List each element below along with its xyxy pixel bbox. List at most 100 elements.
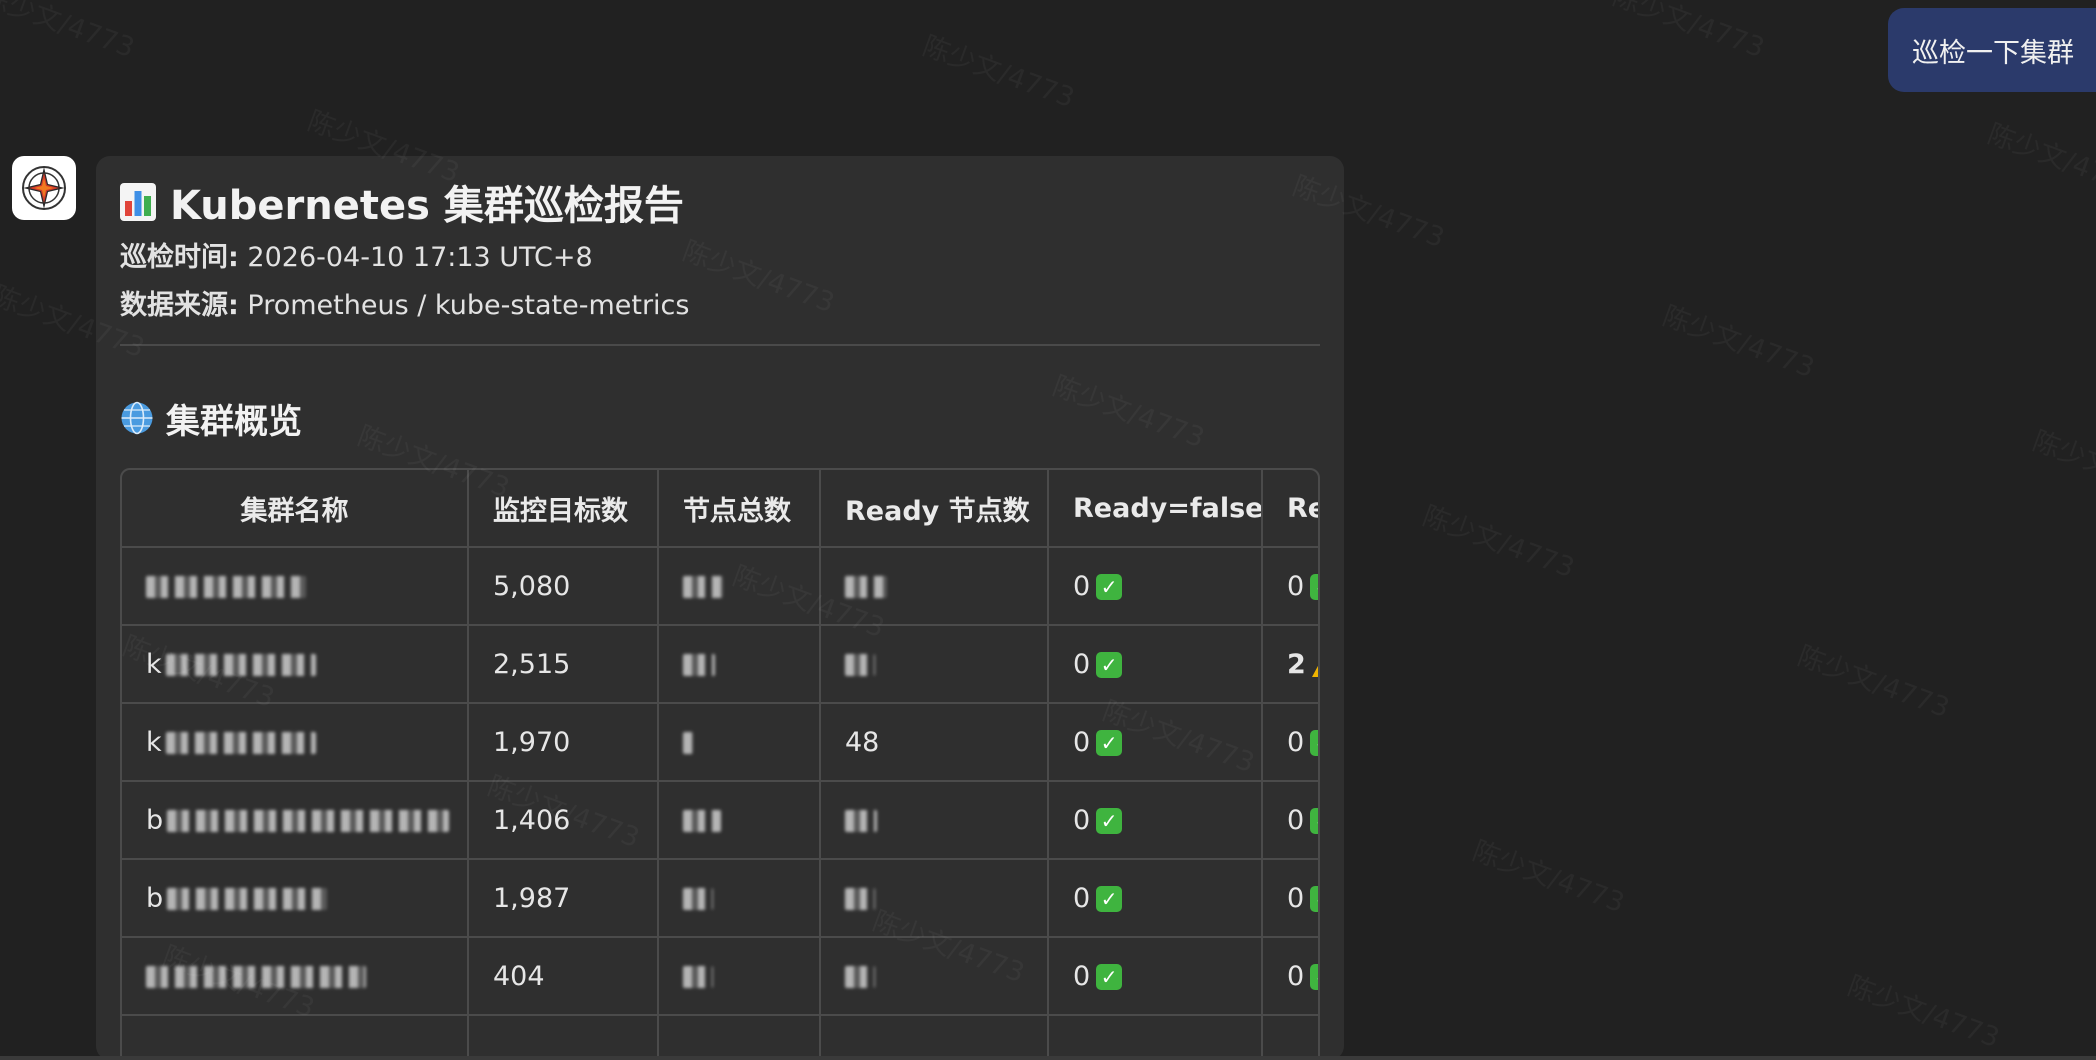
watermark: 陈少文/4773 [918,24,1081,115]
target-count-cell: 5,080 [468,547,659,626]
redacted-text [146,966,366,988]
ready-false-cell: 0 ✓ [1048,625,1263,704]
target-count-cell: 1,406 [468,781,659,860]
table-header-row: 集群名称 监控目标数 节点总数 Ready 节点数 Ready=false Re [122,470,1318,548]
redacted-text [845,654,875,676]
node-total-cell [658,859,821,938]
ready-nodes-cell [820,781,1049,860]
table-cell [658,1015,821,1060]
cluster-name-cell: k [122,625,469,704]
report-title-text: Kubernetes 集群巡检报告 [170,183,684,229]
table-row: 404 0✓ 0✓ [122,937,1318,1016]
cluster-name-cell [122,547,469,626]
redacted-text [683,810,721,832]
overview-section-title-text: 集群概览 [166,401,302,442]
target-count-cell: 404 [468,937,659,1016]
truncated-cell: 0✓ [1262,781,1318,860]
ready-nodes-cell [820,859,1049,938]
table-row: b 1,406 0✓ 0✓ [122,781,1318,860]
report-title: Kubernetes 集群巡检报告 [120,176,1320,229]
cluster-overview-table: 集群名称 监控目标数 节点总数 Ready 节点数 Ready=false Re [122,470,1318,1060]
watermark: 陈少文/4773 [1418,494,1581,585]
ready-false-cell: 0 ✓ [1048,859,1263,938]
table-cell [820,1015,1049,1060]
ready-false-cell: 0 ✓ [1048,703,1263,782]
watermark: 陈少文/4773 [1468,829,1631,920]
redacted-text [165,654,316,676]
cluster-name-cell: b [122,859,469,938]
redacted-text [845,888,875,910]
watermark: 陈少文/4773 [0,0,141,65]
table-row: k 1,970 48 0✓ 0✓ [122,703,1318,782]
inspection-time: 巡检时间: 2026-04-10 17:13 UTC+8 [120,240,1320,276]
check-mark-icon: ✓ [1310,808,1318,834]
truncated-cell: 0✓ [1262,937,1318,1016]
watermark: 陈少文/4773 [1658,294,1821,385]
section-divider [120,344,1320,346]
check-mark-icon: ✓ [1096,730,1123,756]
cluster-overview-table-wrapper[interactable]: 集群名称 监控目标数 节点总数 Ready 节点数 Ready=false Re [120,468,1320,1060]
node-total-cell [658,625,821,704]
data-source-label: 数据来源: [120,290,239,321]
data-source-value: Prometheus / kube-state-metrics [247,290,690,321]
watermark: 陈少文/4773 [1793,634,1956,725]
check-mark-icon: ✓ [1096,886,1123,912]
compass-logo-icon [22,166,66,210]
truncated-cell: 0✓ [1262,547,1318,626]
ready-false-cell: 0 ✓ [1048,547,1263,626]
table-row: k 2,515 0 ✓ 2 [122,625,1318,704]
user-message-text: 巡检一下集群 [1912,37,2074,69]
warning-icon [1311,653,1318,677]
watermark: 陈少文/4773 [1983,112,2096,203]
redacted-text [683,576,723,598]
check-mark-icon: ✓ [1310,730,1318,756]
ready-false-cell: 0 ✓ [1048,781,1263,860]
node-total-cell [658,937,821,1016]
check-mark-icon: ✓ [1096,574,1123,600]
check-mark-icon: ✓ [1096,652,1123,678]
inspection-time-value: 2026-04-10 17:13 UTC+8 [247,242,593,273]
redacted-text [845,576,887,598]
redacted-text [167,888,328,910]
redacted-text [845,966,875,988]
redacted-text [165,732,316,754]
ready-false-cell: 0 ✓ [1048,937,1263,1016]
column-header-ready-false: Ready=false [1048,470,1263,548]
truncated-cell: 0✓ [1262,859,1318,938]
redacted-text [146,576,306,598]
table-cell [122,1015,469,1060]
ready-nodes-cell [820,547,1049,626]
assistant-avatar [12,156,76,220]
redacted-text [683,732,693,754]
check-mark-icon: ✓ [1310,574,1318,600]
check-mark-icon: ✓ [1310,886,1318,912]
target-count-cell: 1,987 [468,859,659,938]
node-total-cell [658,703,821,782]
truncated-cell: 0✓ [1262,703,1318,782]
cluster-name-cell [122,937,469,1016]
redacted-text [683,966,713,988]
cluster-name-cell: k [122,703,469,782]
overview-section-title: 集群概览 [120,396,1320,442]
column-header-truncated: Re [1262,470,1318,548]
chat-page: 陈少文/4773 陈少文/4773 陈少文/4773 陈少文/4773 陈少文/… [0,0,2096,1060]
check-mark-icon: ✓ [1096,964,1123,990]
truncated-cell: 2 [1262,625,1318,704]
table-cell [468,1015,659,1060]
bottom-edge [0,1056,2096,1060]
column-header-target-count: 监控目标数 [468,470,659,548]
table-row [122,1015,1318,1060]
target-count-cell: 2,515 [468,625,659,704]
inspection-time-label: 巡检时间: [120,242,239,273]
ready-nodes-cell [820,625,1049,704]
target-count-cell: 1,970 [468,703,659,782]
user-message-bubble[interactable]: 巡检一下集群 [1888,8,2096,92]
ready-nodes-cell [820,937,1049,1016]
bar-chart-icon [120,183,156,221]
table-row: b 1,987 0✓ 0✓ [122,859,1318,938]
column-header-cluster-name: 集群名称 [122,470,469,548]
node-total-cell [658,781,821,860]
table-row: 5,080 0✓ 0✓ [122,547,1318,626]
watermark: 陈少文/4773 [2028,419,2096,510]
globe-icon [121,401,153,435]
